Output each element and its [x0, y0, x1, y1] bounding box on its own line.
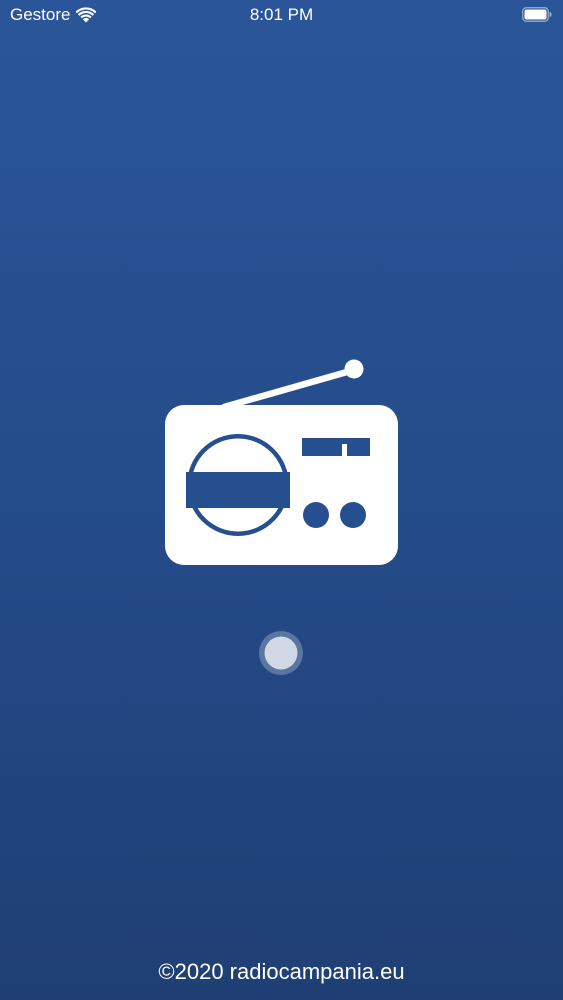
status-time: 8:01 PM	[249, 5, 314, 24]
radio-icon	[165, 359, 398, 565]
battery-full-icon	[522, 7, 552, 22]
status-bar: Gestore 8:01 PM	[0, 0, 563, 30]
copyright-footer: ©2020 radiocampania.eu	[158, 959, 405, 984]
loading-indicator	[259, 631, 303, 675]
splash-screen: Gestore 8:01 PM ©2020 radiocampania.eu	[0, 0, 563, 1000]
